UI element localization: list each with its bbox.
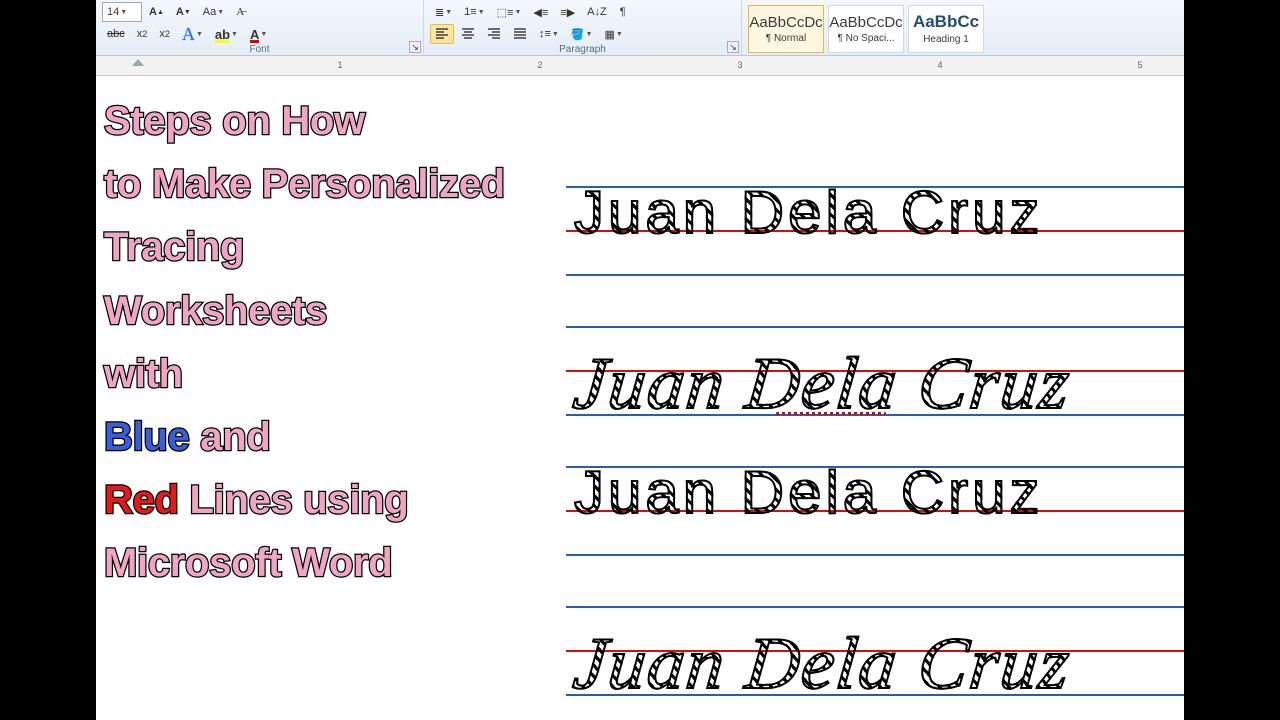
tracing-row: Juan Dela Cruz: [566, 186, 1184, 276]
guide-line-blue: [566, 274, 1184, 276]
title-line: to Make Personalized: [104, 153, 636, 216]
style-name-label: Heading 1: [923, 34, 969, 45]
style-tile[interactable]: AaBbCcDc ¶ No Spaci...: [828, 5, 904, 53]
title-segment: Steps on How: [104, 99, 365, 143]
tracing-row: Juan Dela Cruz: [566, 606, 1184, 696]
show-paragraph-marks-button[interactable]: ¶: [614, 2, 632, 22]
ribbon-group-paragraph: ≣▼ 1≡▼ ⬚≡▼ ◀≡ ≡▶ A↓Z ¶: [424, 0, 742, 55]
title-segment: Blue: [104, 415, 189, 459]
chevron-down-icon: ▼: [120, 9, 127, 16]
change-case-button[interactable]: Aa▼: [198, 2, 229, 22]
title-line: Microsoft Word: [104, 532, 636, 595]
font-size-combo[interactable]: 14 ▼: [102, 2, 142, 22]
grow-font-button[interactable]: A▲: [144, 2, 169, 22]
tracing-examples: Juan Dela CruzJuan Dela CruzJuan Dela Cr…: [566, 186, 1184, 696]
spellcheck-squiggle: [776, 412, 886, 415]
style-preview-text: AaBbCcDc: [829, 14, 902, 31]
multilevel-list-button[interactable]: ⬚≡▼: [492, 2, 527, 22]
font-color-button[interactable]: A▼: [245, 24, 272, 44]
title-segment: Worksheets: [104, 289, 327, 333]
horizontal-ruler[interactable]: 1 2 3 4 5: [96, 56, 1184, 76]
eraser-icon: A̶: [236, 6, 244, 18]
align-left-button[interactable]: [430, 24, 454, 44]
line-spacing-button[interactable]: ↕≡▼: [534, 24, 564, 44]
ribbon: 14 ▼ A▲ A▼ Aa▼ A̶ abc x2 x2: [96, 0, 1184, 56]
text-effects-button[interactable]: A▼: [177, 24, 208, 44]
ribbon-group-styles: AaBbCcDc¶ NormalAaBbCcDc¶ No Spaci...AaB…: [742, 0, 1184, 55]
tutorial-title-overlay: Steps on How to Make Personalized Tracing W…: [96, 90, 636, 596]
highlight-color-button[interactable]: ab▼: [210, 24, 243, 44]
title-line: Steps on How: [104, 90, 636, 153]
ruler-number: 1: [337, 60, 342, 70]
title-line: Tracing: [104, 216, 636, 279]
ruler-number: 3: [737, 60, 742, 70]
title-line: Blue and: [104, 406, 636, 469]
strikethrough-button[interactable]: abc: [102, 24, 130, 44]
guide-line-blue: [566, 606, 1184, 608]
align-left-icon: [435, 27, 449, 42]
align-center-button[interactable]: [456, 24, 480, 44]
tracing-row: Juan Dela Cruz: [566, 326, 1184, 416]
shrink-font-button[interactable]: A▼: [171, 2, 196, 22]
title-segment: Lines using: [179, 478, 409, 522]
tracing-name-text: Juan Dela Cruz: [570, 622, 1184, 707]
justify-icon: [513, 27, 527, 42]
shading-button[interactable]: 🪣▼: [566, 24, 598, 44]
decrease-indent-button[interactable]: ◀≡: [528, 2, 553, 22]
border-icon: ▦: [605, 28, 615, 41]
title-line: with: [104, 343, 636, 406]
align-right-button[interactable]: [482, 24, 506, 44]
bullets-button[interactable]: ≣▼: [430, 2, 457, 22]
borders-button[interactable]: ▦▼: [600, 24, 628, 44]
tracing-name-text: Juan Dela Cruz: [574, 458, 1184, 527]
paint-bucket-icon: 🪣: [571, 28, 585, 41]
align-right-icon: [487, 27, 501, 42]
style-name-label: ¶ No Spaci...: [837, 33, 894, 44]
document-page[interactable]: Steps on How to Make Personalized Tracing W…: [96, 76, 1184, 720]
tracing-row: Juan Dela Cruz: [566, 466, 1184, 556]
title-segment: Tracing: [104, 225, 244, 269]
title-segment: to Make Personalized: [104, 162, 505, 206]
style-name-label: ¶ Normal: [766, 33, 806, 44]
title-segment: Microsoft Word: [104, 541, 392, 585]
superscript-button[interactable]: x2: [154, 24, 175, 44]
ruler-number: 5: [1137, 60, 1142, 70]
style-tile[interactable]: AaBbCc Heading 1: [908, 5, 984, 53]
ruler-number: 4: [937, 60, 942, 70]
sort-button[interactable]: A↓Z: [582, 2, 612, 22]
justify-button[interactable]: [508, 24, 532, 44]
ribbon-group-font: 14 ▼ A▲ A▼ Aa▼ A̶ abc x2 x2: [96, 0, 424, 55]
subscript-button[interactable]: x2: [132, 24, 153, 44]
increase-indent-button[interactable]: ≡▶: [555, 2, 580, 22]
numbering-button[interactable]: 1≡▼: [459, 2, 489, 22]
tracing-name-text: Juan Dela Cruz: [574, 178, 1184, 247]
guide-line-blue: [566, 554, 1184, 556]
clear-formatting-button[interactable]: A̶: [231, 2, 249, 22]
style-preview-text: AaBbCcDc: [749, 14, 822, 31]
font-size-value: 14: [107, 6, 119, 18]
align-center-icon: [461, 27, 475, 42]
ruler-number: 2: [537, 60, 542, 70]
title-line: Worksheets: [104, 280, 636, 343]
font-dialog-launcher[interactable]: ↘: [409, 41, 421, 53]
title-line: Red Lines using: [104, 469, 636, 532]
style-preview-text: AaBbCc: [913, 12, 979, 32]
title-segment: Red: [104, 478, 179, 522]
guide-line-blue: [566, 326, 1184, 328]
title-segment: with: [104, 352, 183, 396]
paragraph-dialog-launcher[interactable]: ↘: [727, 41, 739, 53]
title-segment: and: [189, 415, 270, 459]
style-tile[interactable]: AaBbCcDc ¶ Normal: [748, 5, 824, 53]
